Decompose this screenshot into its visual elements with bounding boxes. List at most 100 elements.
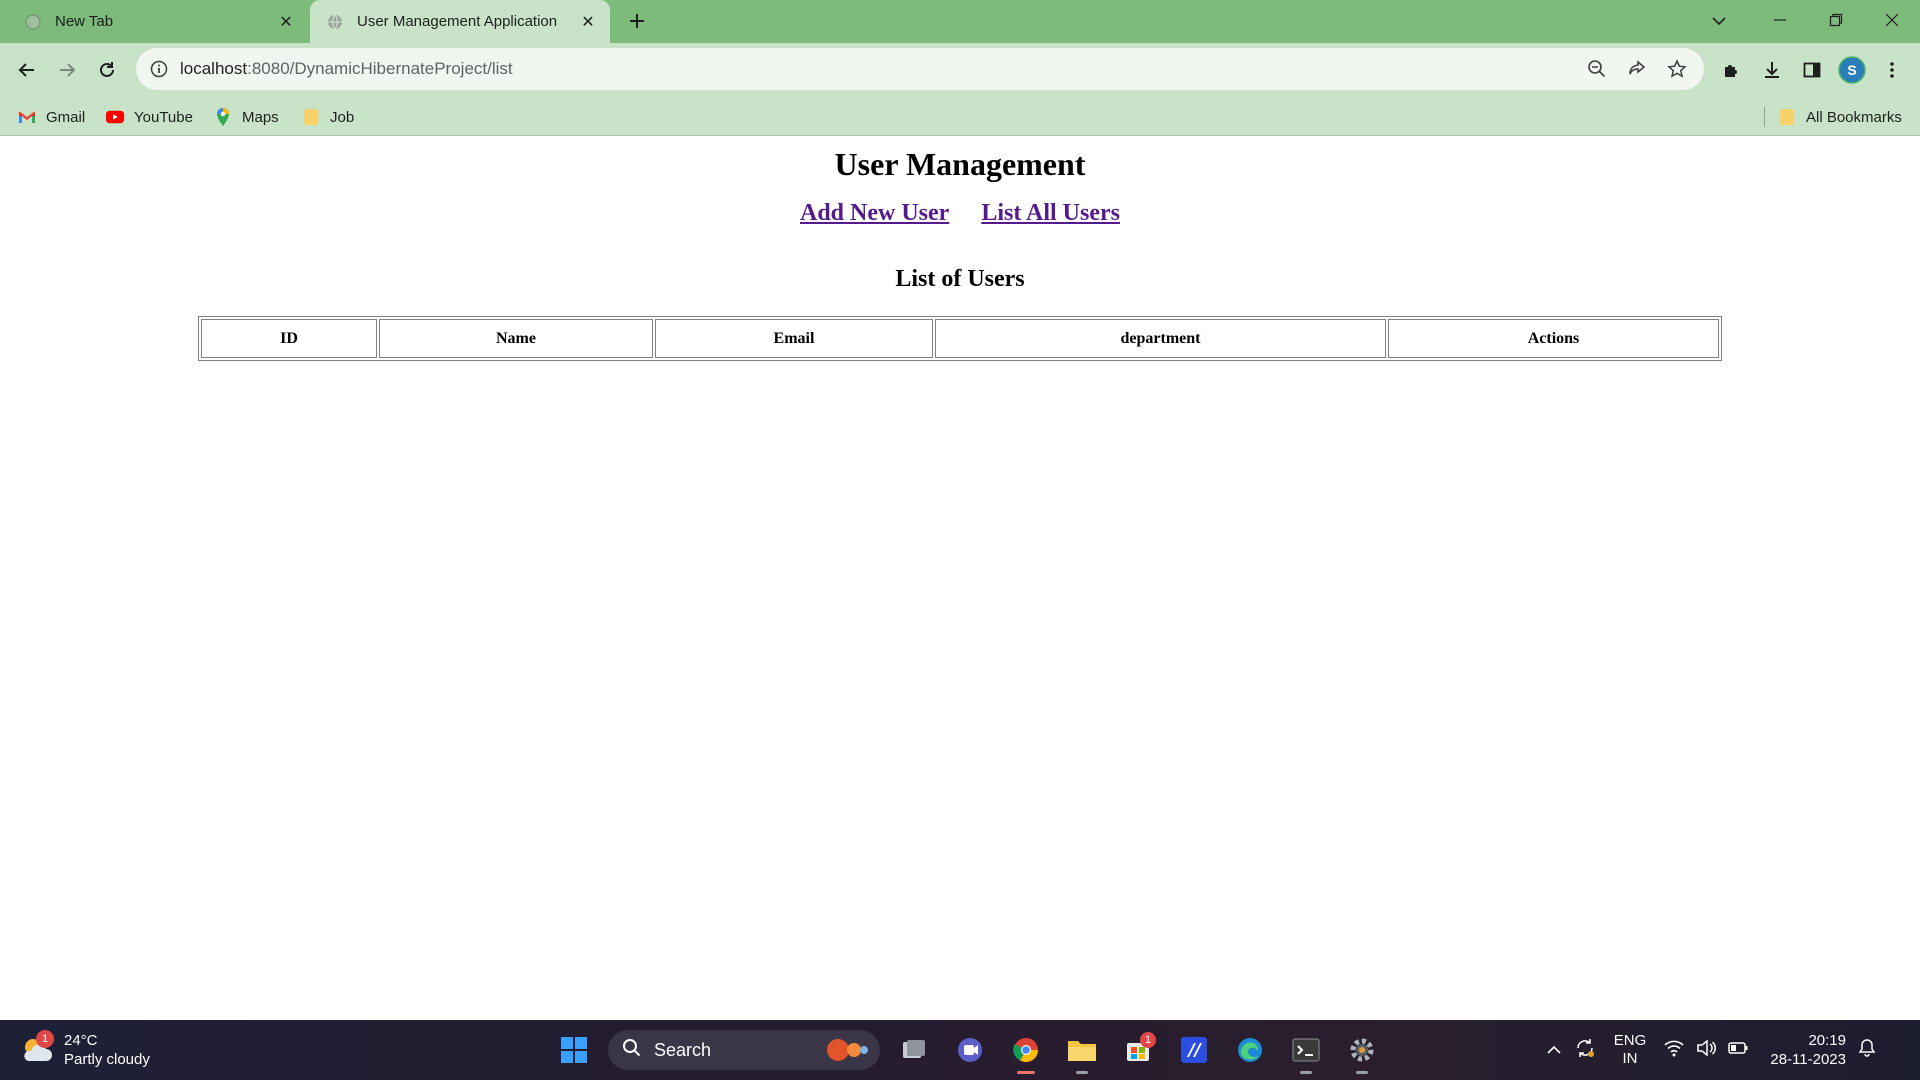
clock[interactable]: 20:19 28-11-2023 <box>1760 1031 1846 1069</box>
bookmark-label: Gmail <box>46 108 86 126</box>
search-label: Search <box>654 1039 712 1060</box>
side-panel-icon[interactable] <box>1796 54 1828 86</box>
info-icon[interactable] <box>150 60 168 78</box>
running-indicator <box>1356 1071 1368 1074</box>
temperature: 24°C <box>64 1032 98 1049</box>
bookmarks-separator <box>1764 107 1765 127</box>
tab-title: User Management Application <box>357 13 558 30</box>
teams-chat-icon[interactable] <box>948 1030 992 1070</box>
task-view-icon[interactable] <box>892 1030 936 1070</box>
vs-code-icon[interactable] <box>1172 1030 1216 1070</box>
column-header-actions: Actions <box>1388 319 1719 358</box>
address-bar[interactable]: localhost:8080/DynamicHibernateProject/l… <box>136 48 1704 90</box>
notification-bell-icon[interactable] <box>1858 1038 1876 1062</box>
microsoft-store-icon[interactable]: 1 <box>1116 1030 1160 1070</box>
page-title: User Management <box>834 146 1086 182</box>
clock-time: 20:19 <box>1808 1032 1846 1049</box>
users-table: ID Name Email department Actions <box>198 316 1722 361</box>
profile-avatar[interactable]: S <box>1836 54 1868 86</box>
clock-date: 28-11-2023 <box>1770 1051 1846 1068</box>
download-icon[interactable] <box>1756 54 1788 86</box>
column-header-name: Name <box>379 319 653 358</box>
minimize-icon[interactable] <box>1752 0 1808 40</box>
bookmark-all-bookmarks[interactable]: All Bookmarks <box>1778 105 1902 129</box>
bookmark-gmail[interactable]: Gmail <box>18 105 85 129</box>
table-caption: List of Users <box>895 266 1025 292</box>
add-new-user-link[interactable]: Add New User <box>800 200 949 226</box>
bookmark-label: Maps <box>242 108 279 126</box>
close-window-icon[interactable] <box>1864 0 1920 40</box>
tab-title: New Tab <box>55 13 114 30</box>
column-header-email: Email <box>655 319 933 358</box>
gmail-icon <box>18 108 36 126</box>
restore-icon[interactable] <box>1808 0 1864 40</box>
all-bookmarks-label: All Bookmarks <box>1806 108 1902 126</box>
wifi-icon[interactable] <box>1664 1039 1684 1061</box>
language-indicator[interactable]: ENG IN <box>1608 1032 1652 1068</box>
page-content: User Management Add New User List All Us… <box>0 136 1920 1020</box>
zoom-icon[interactable] <box>1582 54 1612 84</box>
bookmark-maps[interactable]: Maps <box>214 105 279 129</box>
bookmark-job[interactable]: Job <box>302 105 354 129</box>
windows-taskbar: 1 24°C Partly cloudy Search 1 ENG IN 20:… <box>0 1020 1920 1080</box>
reload-icon[interactable] <box>92 55 122 85</box>
weather-widget[interactable]: 1 24°C Partly cloudy <box>20 1030 150 1070</box>
terminal-icon[interactable] <box>1284 1030 1328 1074</box>
share-icon[interactable] <box>1622 54 1652 84</box>
file-explorer-icon[interactable] <box>1060 1030 1104 1074</box>
volume-icon[interactable] <box>1696 1039 1716 1061</box>
search-icon <box>622 1038 642 1063</box>
tab-new-tab[interactable]: New Tab ✕ <box>8 0 308 43</box>
column-header-department: department <box>935 319 1386 358</box>
window-controls <box>1752 0 1920 43</box>
globe-icon <box>25 14 41 30</box>
partly-cloudy-icon: 1 <box>20 1030 54 1067</box>
bookmark-label: YouTube <box>134 108 193 126</box>
tab-user-management[interactable]: User Management Application ✕ <box>310 0 610 43</box>
bookmark-youtube[interactable]: YouTube <box>106 105 193 129</box>
language-code: ENG <box>1613 1032 1647 1049</box>
globe-icon <box>327 14 343 30</box>
back-arrow-icon[interactable] <box>12 55 42 85</box>
weather-description: Partly cloudy <box>64 1051 150 1068</box>
extensions-puzzle-icon[interactable] <box>1716 54 1748 86</box>
edge-icon[interactable] <box>1228 1030 1272 1070</box>
list-all-users-link[interactable]: List All Users <box>981 200 1120 226</box>
table-header-row: ID Name Email department Actions <box>201 319 1719 358</box>
menu-kebab-icon[interactable] <box>1876 54 1908 86</box>
bookmarks-bar: Gmail YouTube Maps Job All Bookmarks <box>0 97 1920 136</box>
page-nav-links: Add New User List All Users <box>0 200 1920 227</box>
active-indicator <box>1017 1071 1035 1074</box>
windows-start-icon[interactable] <box>552 1030 596 1070</box>
youtube-icon <box>106 108 124 126</box>
chevron-up-icon[interactable] <box>1546 1042 1562 1059</box>
svg-text:S: S <box>1847 62 1856 78</box>
sync-icon[interactable] <box>1574 1037 1596 1063</box>
settings-gear-icon[interactable] <box>1340 1030 1384 1074</box>
star-icon[interactable] <box>1662 54 1692 84</box>
tab-search-chevron-icon[interactable] <box>1704 8 1734 34</box>
browser-toolbar: localhost:8080/DynamicHibernateProject/l… <box>0 43 1920 97</box>
bookmark-label: Job <box>330 108 355 126</box>
close-icon[interactable]: ✕ <box>276 12 296 32</box>
system-tray: ENG IN 20:19 28-11-2023 <box>1546 1030 1876 1070</box>
url-host: localhost <box>180 59 248 78</box>
url-path: :8080/DynamicHibernateProject/list <box>247 59 513 78</box>
chrome-icon[interactable] <box>1004 1030 1048 1074</box>
url-text: localhost:8080/DynamicHibernateProject/l… <box>180 59 1582 79</box>
close-icon[interactable]: ✕ <box>578 12 598 32</box>
weather-badge: 1 <box>36 1030 54 1048</box>
search-highlight-icon <box>814 1038 870 1062</box>
forward-arrow-icon[interactable] <box>52 55 82 85</box>
taskbar-search-box[interactable]: Search <box>608 1030 880 1070</box>
region-code: IN <box>1622 1050 1638 1067</box>
folder-icon <box>302 108 320 126</box>
new-tab-button[interactable] <box>622 6 652 36</box>
running-indicator <box>1076 1071 1088 1074</box>
taskbar-apps: Search 1 <box>552 1030 1384 1074</box>
battery-icon[interactable] <box>1728 1041 1748 1059</box>
column-header-id: ID <box>201 319 377 358</box>
running-indicator <box>1300 1071 1312 1074</box>
store-badge: 1 <box>1140 1032 1156 1048</box>
folder-icon <box>1778 108 1796 126</box>
